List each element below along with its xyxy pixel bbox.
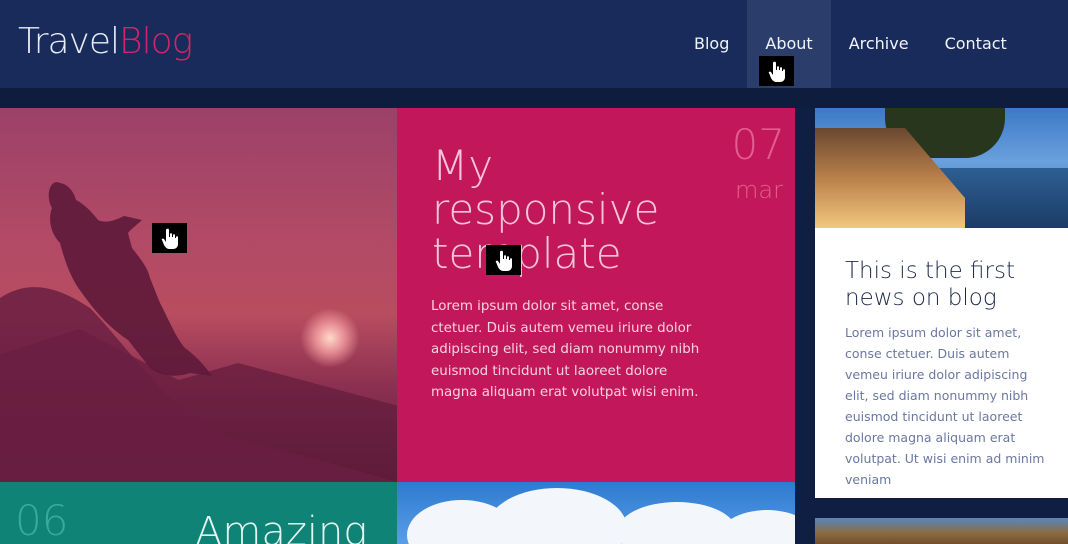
featured-photo[interactable] <box>0 108 397 482</box>
news-title[interactable]: This is the first news on blog <box>845 258 1055 312</box>
second-news-thumbnail[interactable] <box>815 518 1068 544</box>
news-thumbnail[interactable] <box>815 108 1068 228</box>
header-divider <box>0 88 1068 108</box>
cloud-shape <box>717 510 795 544</box>
second-article-card[interactable]: 06 Amazing <box>0 482 397 544</box>
logo-text-blog: Blog <box>119 21 193 62</box>
nav-item-contact[interactable]: Contact <box>927 0 1025 88</box>
cloud-shape <box>487 488 627 544</box>
second-article-date-day: 06 <box>15 496 69 544</box>
hand-pointer-icon <box>486 245 521 275</box>
article-excerpt: Lorem ipsum dolor sit amet, conse ctetue… <box>431 299 700 400</box>
nav-item-blog[interactable]: Blog <box>676 0 747 88</box>
site-header: TravelBlog Blog About Archive Contact <box>0 0 1068 88</box>
news-card[interactable]: This is the first news on blog Lorem ips… <box>815 228 1068 498</box>
article-title[interactable]: My responsive template <box>432 144 692 276</box>
hand-pointer-icon <box>759 56 794 86</box>
logo-text-travel: Travel <box>18 21 120 62</box>
featured-article-card[interactable]: 07 mar My responsive template Lorem ipsu… <box>397 108 795 482</box>
photographer-silhouette <box>0 182 397 482</box>
hand-pointer-icon <box>152 223 187 253</box>
main-nav: Blog About Archive Contact <box>676 0 1025 88</box>
site-logo[interactable]: TravelBlog <box>18 20 193 64</box>
nav-item-archive[interactable]: Archive <box>831 0 927 88</box>
second-article-photo[interactable] <box>397 482 795 544</box>
article-date-month: mar <box>735 176 783 204</box>
second-article-title[interactable]: Amazing <box>195 510 367 544</box>
news-excerpt: Lorem ipsum dolor sit amet, conse ctetue… <box>845 325 1045 487</box>
article-date-day: 07 <box>731 120 785 169</box>
